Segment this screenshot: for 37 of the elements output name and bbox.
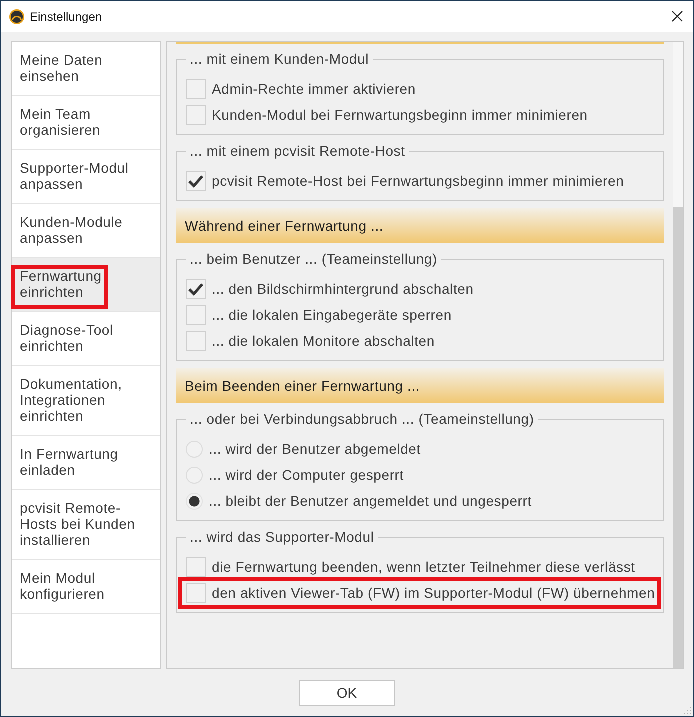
option-label: Kunden-Modul bei Fernwartungsbeginn immer minimieren [212,107,588,123]
option-label: den aktiven Viewer-Tab (FW) im Supporter-Modul (FW) übernehmen [212,585,656,601]
close-icon [672,11,682,22]
option-label: ... wird der Benutzer abgemeldet [209,441,421,457]
checkmark-icon [188,282,204,296]
checkbox[interactable] [186,583,206,603]
checkbox[interactable] [186,305,206,325]
resize-grip-icon[interactable] [683,706,692,715]
group-title: ... wird das Supporter-Modul [189,528,376,546]
checkbox[interactable] [186,557,206,577]
checkmark-icon [188,174,204,188]
checkbox[interactable] [186,171,206,191]
scrollbar-thumb[interactable] [673,207,683,668]
option-label: ... bleibt der Benutzer angemeldet und ungesperrt [209,493,532,509]
group-title: ... beim Benutzer ... (Teameinstellung) [189,250,438,268]
scrollbar-track[interactable] [673,42,683,668]
ok-button[interactable]: OK [299,680,395,706]
checkbox[interactable] [186,79,206,99]
app-logo-icon [9,8,25,24]
option-label: die Fernwartung beenden, wenn letzter Teilnehmer diese verlässt [212,559,636,575]
radio-button[interactable] [186,492,203,510]
checkbox[interactable] [186,279,206,299]
option-label: ... wird der Computer gesperrt [209,467,404,483]
option-label: ... den Bildschirmhintergrund abschalten [212,281,474,297]
section-header: Beim Beenden einer Fernwartung ... [176,368,664,403]
sidebar-item[interactable]: Fernwartung einrichten [12,258,160,312]
group-title: ... oder bei Verbindungsabbruch ... (Teameinstellung) [189,410,536,428]
option-label: pcvisit Remote-Host bei Fernwartungsbeginn immer minimieren [212,173,624,189]
checkbox[interactable] [186,331,206,351]
option-label: Admin-Rechte immer aktivieren [212,81,416,97]
group-title: ... mit einem Kunden-Modul [189,50,370,68]
section-header: Während einer Fernwartung ... [176,208,664,243]
option-label: ... die lokalen Eingabegeräte sperren [212,307,452,323]
checkbox[interactable] [186,105,206,125]
option-label: ... die lokalen Monitore abschalten [212,333,435,349]
group-title: ... mit einem pcvisit Remote-Host [189,142,406,160]
window-title: Einstellungen [30,10,104,24]
